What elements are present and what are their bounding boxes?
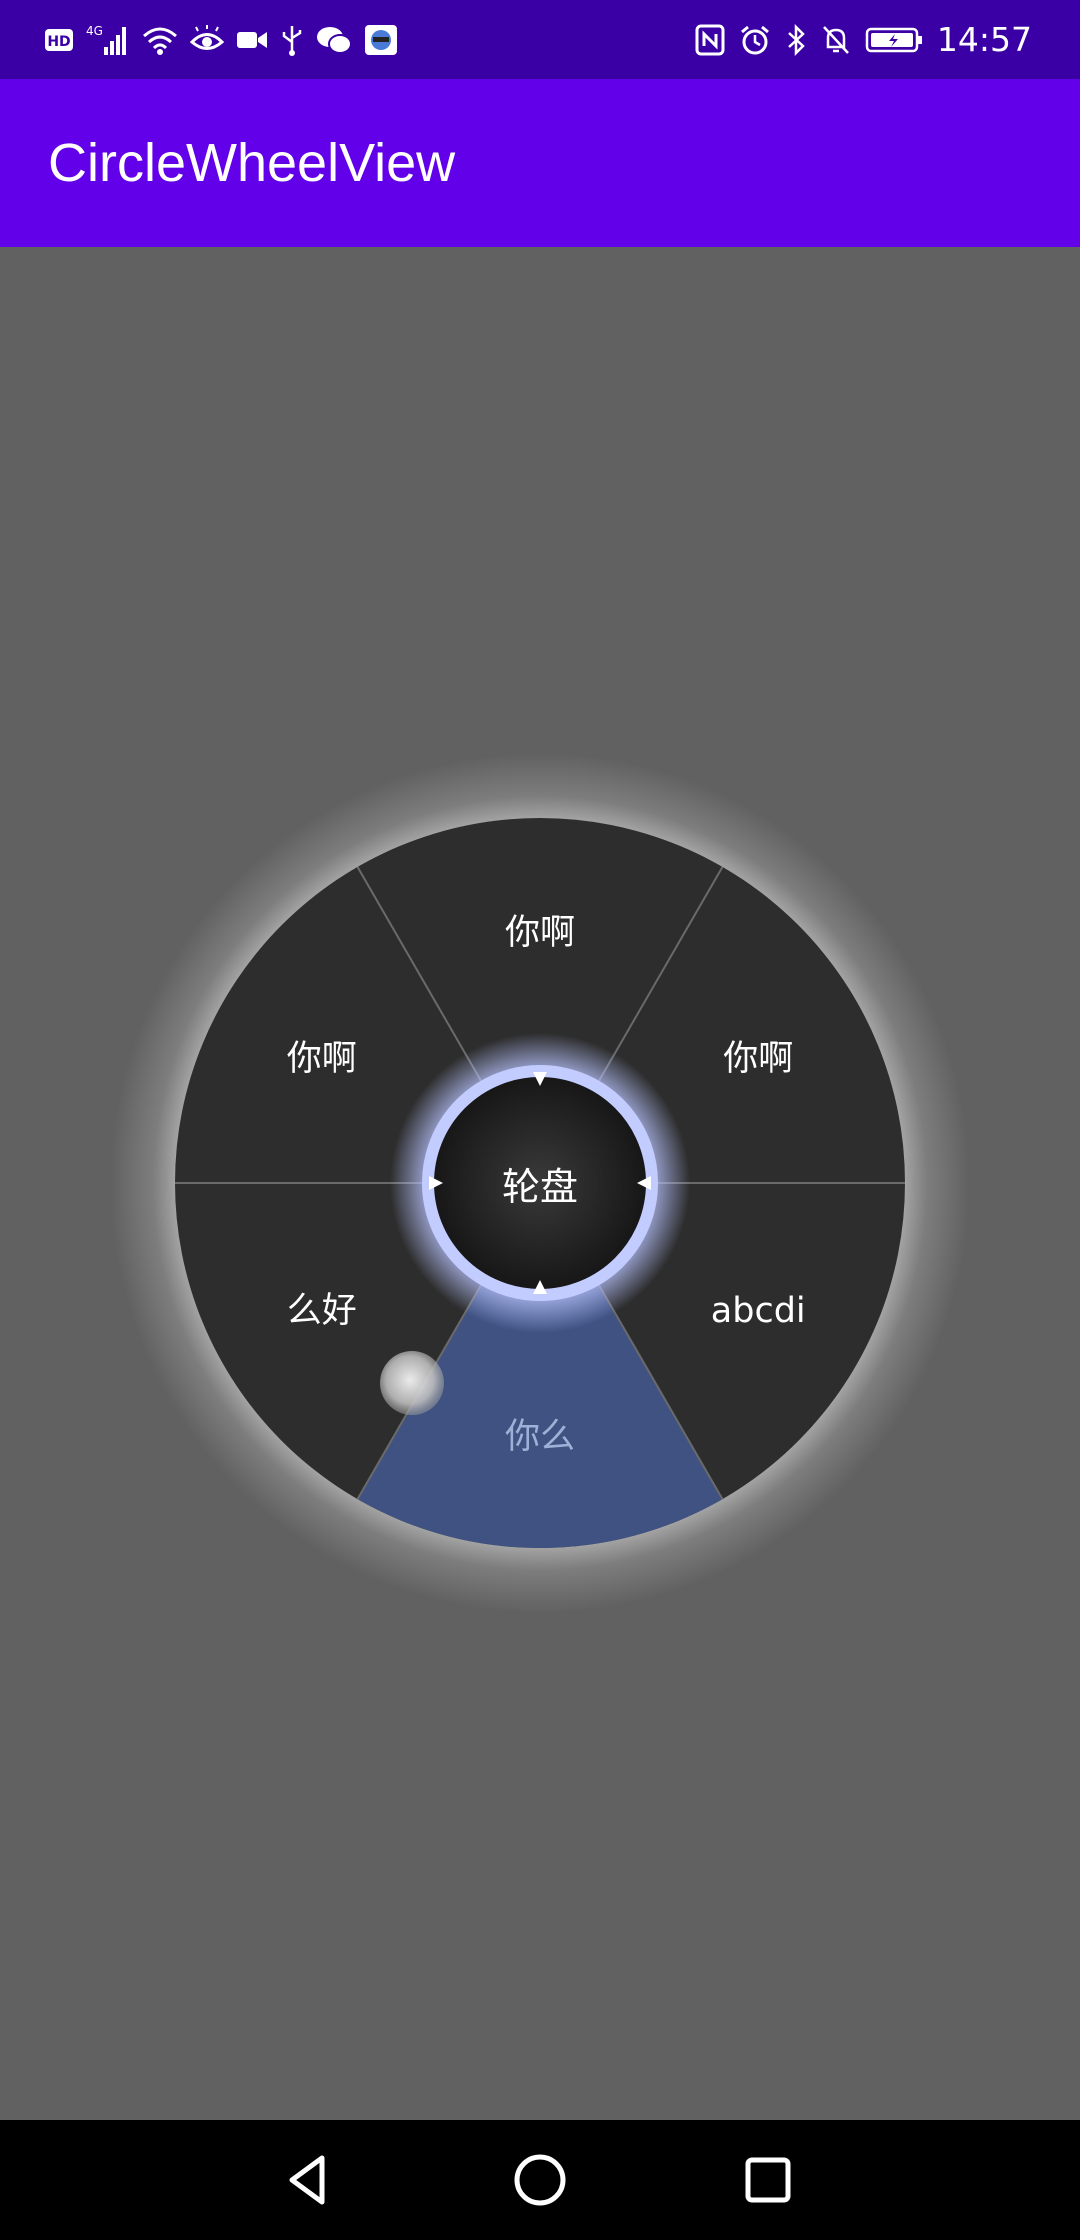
- recents-button[interactable]: [708, 2120, 828, 2240]
- wheel-segment-label-selected[interactable]: 你么: [505, 1417, 575, 1457]
- wheel-segment-label[interactable]: 么好: [287, 1291, 357, 1331]
- back-button[interactable]: [248, 2120, 368, 2240]
- wheel-segment-label[interactable]: 你啊: [287, 1039, 357, 1079]
- home-button[interactable]: [480, 2120, 600, 2240]
- back-icon: [289, 2155, 325, 2205]
- drag-knob[interactable]: [380, 1351, 444, 1415]
- recents-icon: [745, 2157, 791, 2203]
- wheel-segment-label[interactable]: abcdi: [711, 1291, 806, 1331]
- navigation-bar: [0, 2120, 1080, 2240]
- home-icon: [514, 2154, 566, 2206]
- circle-wheel[interactable]: 轮盘 你啊你啊abcdi你么么好你啊: [0, 0, 1080, 2240]
- wheel-center-label: 轮盘: [502, 1165, 578, 1209]
- wheel-segment-label[interactable]: 你啊: [723, 1039, 793, 1079]
- wheel-segment-label[interactable]: 你啊: [505, 913, 575, 953]
